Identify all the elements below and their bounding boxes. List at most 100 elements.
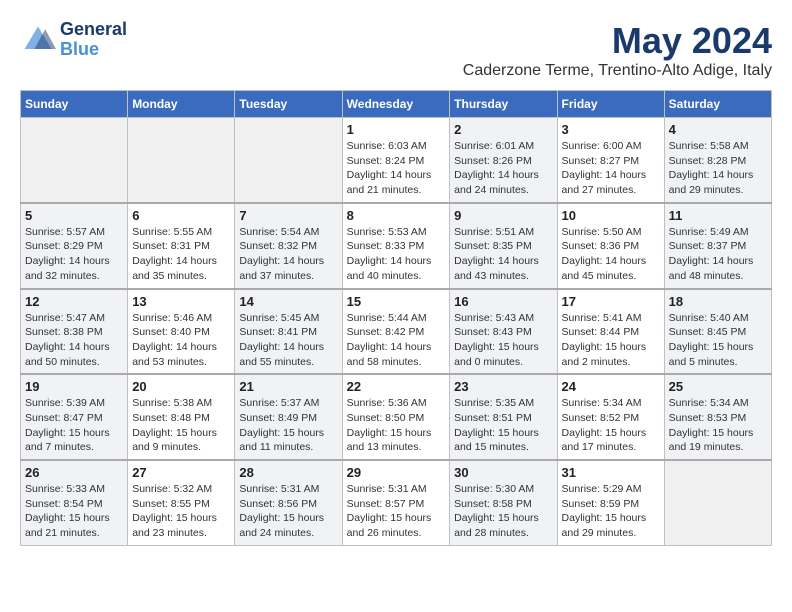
- day-info: Sunrise: 5:47 AM Sunset: 8:38 PM Dayligh…: [25, 311, 123, 370]
- calendar-cell: 1 Sunrise: 6:03 AM Sunset: 8:24 PM Daylig…: [342, 118, 450, 203]
- calendar-cell: 18Sunrise: 5:40 AM Sunset: 8:45 PM Dayli…: [664, 289, 771, 375]
- day-number: 5: [25, 208, 123, 223]
- day-number: 19: [25, 379, 123, 394]
- day-info: Sunrise: 5:54 AM Sunset: 8:32 PM Dayligh…: [239, 225, 337, 284]
- day-info: Sunrise: 5:50 AM Sunset: 8:36 PM Dayligh…: [562, 225, 660, 284]
- day-number: 26: [25, 465, 123, 480]
- day-info: Sunrise: 5:53 AM Sunset: 8:33 PM Dayligh…: [347, 225, 446, 284]
- week-row-5: 26 Sunrise: 5:33 AM Sunset: 8:54 PM Dayli…: [21, 460, 772, 545]
- weekday-header-sunday: Sunday: [21, 91, 128, 118]
- calendar-cell: 4Sunrise: 5:58 AM Sunset: 8:28 PM Daylig…: [664, 118, 771, 203]
- day-info: Sunrise: 5:45 AM Sunset: 8:41 PM Dayligh…: [239, 311, 337, 370]
- calendar-cell: 29Sunrise: 5:31 AM Sunset: 8:57 PM Dayli…: [342, 460, 450, 545]
- calendar-cell: 17 Sunrise: 5:41 AM Sunset: 8:44 PM Dayli…: [557, 289, 664, 375]
- day-number: 22: [347, 379, 446, 394]
- calendar-cell: 11 Sunrise: 5:49 AM Sunset: 8:37 PM Dayli…: [664, 203, 771, 289]
- day-info: Sunrise: 5:49 AM Sunset: 8:37 PM Dayligh…: [669, 225, 767, 284]
- day-info: Sunrise: 5:35 AM Sunset: 8:51 PM Dayligh…: [454, 396, 552, 455]
- calendar-cell: 25 Sunrise: 5:34 AM Sunset: 8:53 PM Dayli…: [664, 374, 771, 460]
- calendar-cell: 22Sunrise: 5:36 AM Sunset: 8:50 PM Dayli…: [342, 374, 450, 460]
- day-number: 3: [562, 122, 660, 137]
- day-number: 16: [454, 294, 552, 309]
- calendar-cell: 3 Sunrise: 6:00 AM Sunset: 8:27 PM Daylig…: [557, 118, 664, 203]
- calendar-cell: [21, 118, 128, 203]
- calendar-cell: 16Sunrise: 5:43 AM Sunset: 8:43 PM Dayli…: [450, 289, 557, 375]
- page-header: General Blue May 2024 Caderzone Terme, T…: [20, 20, 772, 80]
- week-row-1: 1 Sunrise: 6:03 AM Sunset: 8:24 PM Daylig…: [21, 118, 772, 203]
- calendar-cell: 24 Sunrise: 5:34 AM Sunset: 8:52 PM Dayli…: [557, 374, 664, 460]
- day-number: 15: [347, 294, 446, 309]
- logo-text: General Blue: [60, 20, 127, 60]
- day-info: Sunrise: 5:37 AM Sunset: 8:49 PM Dayligh…: [239, 396, 337, 455]
- week-row-3: 12Sunrise: 5:47 AM Sunset: 8:38 PM Dayli…: [21, 289, 772, 375]
- day-info: Sunrise: 6:01 AM Sunset: 8:26 PM Dayligh…: [454, 139, 552, 198]
- calendar-cell: 15 Sunrise: 5:44 AM Sunset: 8:42 PM Dayli…: [342, 289, 450, 375]
- day-number: 30: [454, 465, 552, 480]
- day-number: 10: [562, 208, 660, 223]
- logo-icon: [20, 22, 56, 58]
- day-number: 1: [347, 122, 446, 137]
- day-number: 21: [239, 379, 337, 394]
- day-info: Sunrise: 5:57 AM Sunset: 8:29 PM Dayligh…: [25, 225, 123, 284]
- weekday-header-row: SundayMondayTuesdayWednesdayThursdayFrid…: [21, 91, 772, 118]
- day-number: 20: [132, 379, 230, 394]
- calendar: SundayMondayTuesdayWednesdayThursdayFrid…: [20, 90, 772, 546]
- month-title: May 2024: [463, 20, 772, 62]
- day-number: 7: [239, 208, 337, 223]
- day-info: Sunrise: 5:55 AM Sunset: 8:31 PM Dayligh…: [132, 225, 230, 284]
- day-info: Sunrise: 6:03 AM Sunset: 8:24 PM Dayligh…: [347, 139, 446, 198]
- calendar-cell: 27Sunrise: 5:32 AM Sunset: 8:55 PM Dayli…: [128, 460, 235, 545]
- calendar-cell: 26 Sunrise: 5:33 AM Sunset: 8:54 PM Dayli…: [21, 460, 128, 545]
- calendar-cell: 8 Sunrise: 5:53 AM Sunset: 8:33 PM Daylig…: [342, 203, 450, 289]
- day-number: 24: [562, 379, 660, 394]
- day-info: Sunrise: 5:44 AM Sunset: 8:42 PM Dayligh…: [347, 311, 446, 370]
- calendar-cell: 31Sunrise: 5:29 AM Sunset: 8:59 PM Dayli…: [557, 460, 664, 545]
- day-info: Sunrise: 6:00 AM Sunset: 8:27 PM Dayligh…: [562, 139, 660, 198]
- title-block: May 2024 Caderzone Terme, Trentino-Alto …: [463, 20, 772, 80]
- day-info: Sunrise: 5:34 AM Sunset: 8:52 PM Dayligh…: [562, 396, 660, 455]
- day-number: 18: [669, 294, 767, 309]
- day-number: 8: [347, 208, 446, 223]
- calendar-cell: [235, 118, 342, 203]
- day-number: 9: [454, 208, 552, 223]
- week-row-2: 5 Sunrise: 5:57 AM Sunset: 8:29 PM Daylig…: [21, 203, 772, 289]
- weekday-header-wednesday: Wednesday: [342, 91, 450, 118]
- calendar-cell: 13 Sunrise: 5:46 AM Sunset: 8:40 PM Dayli…: [128, 289, 235, 375]
- calendar-cell: 9 Sunrise: 5:51 AM Sunset: 8:35 PM Daylig…: [450, 203, 557, 289]
- day-number: 17: [562, 294, 660, 309]
- calendar-cell: 30 Sunrise: 5:30 AM Sunset: 8:58 PM Dayli…: [450, 460, 557, 545]
- week-row-4: 19Sunrise: 5:39 AM Sunset: 8:47 PM Dayli…: [21, 374, 772, 460]
- calendar-cell: 23 Sunrise: 5:35 AM Sunset: 8:51 PM Dayli…: [450, 374, 557, 460]
- calendar-cell: 14 Sunrise: 5:45 AM Sunset: 8:41 PM Dayli…: [235, 289, 342, 375]
- day-number: 14: [239, 294, 337, 309]
- day-number: 25: [669, 379, 767, 394]
- day-number: 27: [132, 465, 230, 480]
- day-info: Sunrise: 5:34 AM Sunset: 8:53 PM Dayligh…: [669, 396, 767, 455]
- day-number: 31: [562, 465, 660, 480]
- day-info: Sunrise: 5:46 AM Sunset: 8:40 PM Dayligh…: [132, 311, 230, 370]
- subtitle: Caderzone Terme, Trentino-Alto Adige, It…: [463, 62, 772, 80]
- day-info: Sunrise: 5:58 AM Sunset: 8:28 PM Dayligh…: [669, 139, 767, 198]
- day-info: Sunrise: 5:38 AM Sunset: 8:48 PM Dayligh…: [132, 396, 230, 455]
- calendar-cell: 20 Sunrise: 5:38 AM Sunset: 8:48 PM Dayli…: [128, 374, 235, 460]
- day-number: 2: [454, 122, 552, 137]
- day-info: Sunrise: 5:30 AM Sunset: 8:58 PM Dayligh…: [454, 482, 552, 541]
- weekday-header-thursday: Thursday: [450, 91, 557, 118]
- day-number: 23: [454, 379, 552, 394]
- calendar-cell: 12Sunrise: 5:47 AM Sunset: 8:38 PM Dayli…: [21, 289, 128, 375]
- calendar-cell: 2 Sunrise: 6:01 AM Sunset: 8:26 PM Daylig…: [450, 118, 557, 203]
- calendar-cell: 19Sunrise: 5:39 AM Sunset: 8:47 PM Dayli…: [21, 374, 128, 460]
- calendar-cell: [128, 118, 235, 203]
- calendar-cell: [664, 460, 771, 545]
- day-number: 11: [669, 208, 767, 223]
- calendar-cell: 7 Sunrise: 5:54 AM Sunset: 8:32 PM Daylig…: [235, 203, 342, 289]
- day-number: 13: [132, 294, 230, 309]
- weekday-header-saturday: Saturday: [664, 91, 771, 118]
- day-info: Sunrise: 5:33 AM Sunset: 8:54 PM Dayligh…: [25, 482, 123, 541]
- calendar-cell: 6Sunrise: 5:55 AM Sunset: 8:31 PM Daylig…: [128, 203, 235, 289]
- weekday-header-friday: Friday: [557, 91, 664, 118]
- logo: General Blue: [20, 20, 127, 60]
- day-info: Sunrise: 5:51 AM Sunset: 8:35 PM Dayligh…: [454, 225, 552, 284]
- day-info: Sunrise: 5:41 AM Sunset: 8:44 PM Dayligh…: [562, 311, 660, 370]
- day-info: Sunrise: 5:31 AM Sunset: 8:56 PM Dayligh…: [239, 482, 337, 541]
